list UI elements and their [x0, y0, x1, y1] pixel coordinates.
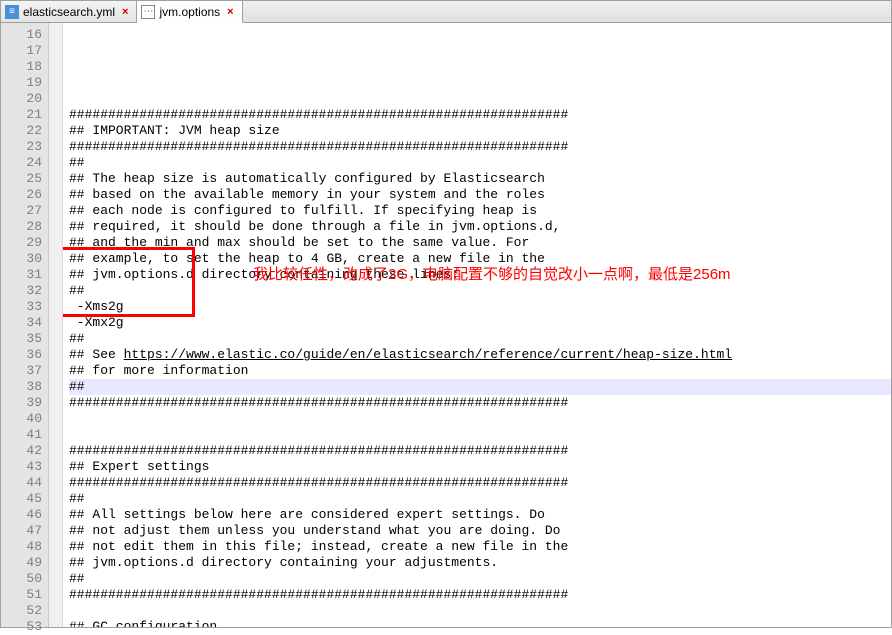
- code-line: ##: [69, 331, 891, 347]
- code-line: ##: [69, 379, 891, 395]
- fold-column: [49, 23, 63, 627]
- tab-elasticsearch-yml[interactable]: ≡ elasticsearch.yml ×: [1, 1, 137, 22]
- tab-bar: ≡ elasticsearch.yml × ⋯ jvm.options ×: [1, 1, 891, 23]
- code-line: ##: [69, 283, 891, 299]
- code-line: ## GC configuration: [69, 619, 891, 627]
- tab-label: jvm.options: [159, 5, 220, 19]
- code-line: [69, 603, 891, 619]
- code-line: ########################################…: [69, 139, 891, 155]
- code-line: ## jvm.options.d directory containing yo…: [69, 555, 891, 571]
- code-line: ## See https://www.elastic.co/guide/en/e…: [69, 347, 891, 363]
- code-line: ## All settings below here are considere…: [69, 507, 891, 523]
- code-line: ## not adjust them unless you understand…: [69, 523, 891, 539]
- code-line: -Xms2g: [69, 299, 891, 315]
- line-number-gutter: 1617181920212223242526272829303132333435…: [1, 23, 49, 627]
- code-line: [69, 427, 891, 443]
- annotation-text: 我比较任性，改成了2G，电脑配置不够的自觉改小一点啊，最低是256m: [253, 267, 731, 283]
- code-line: [69, 59, 891, 75]
- code-line: ########################################…: [69, 587, 891, 603]
- code-line: ## Expert settings: [69, 459, 891, 475]
- tab-label: elasticsearch.yml: [23, 5, 115, 19]
- code-line: -Xmx2g: [69, 315, 891, 331]
- file-icon: ≡: [5, 5, 19, 19]
- code-line: [69, 91, 891, 107]
- code-line: ## and the min and max should be set to …: [69, 235, 891, 251]
- code-line: ## IMPORTANT: JVM heap size: [69, 123, 891, 139]
- code-line: ## each node is configured to fulfill. I…: [69, 203, 891, 219]
- code-content[interactable]: ########################################…: [63, 23, 891, 627]
- code-line: [69, 75, 891, 91]
- close-icon[interactable]: ×: [122, 6, 128, 18]
- code-line: ## example, to set the heap to 4 GB, cre…: [69, 251, 891, 267]
- code-line: [69, 411, 891, 427]
- code-line: ## for more information: [69, 363, 891, 379]
- code-line: ########################################…: [69, 443, 891, 459]
- code-line: ########################################…: [69, 107, 891, 123]
- code-line: ## required, it should be done through a…: [69, 219, 891, 235]
- code-line: ########################################…: [69, 395, 891, 411]
- code-line: ##: [69, 491, 891, 507]
- editor-area: 1617181920212223242526272829303132333435…: [1, 23, 891, 627]
- code-line: ########################################…: [69, 475, 891, 491]
- code-line: ## The heap size is automatically config…: [69, 171, 891, 187]
- tab-jvm-options[interactable]: ⋯ jvm.options ×: [137, 1, 242, 23]
- code-line: ##: [69, 571, 891, 587]
- code-line: ## not edit them in this file; instead, …: [69, 539, 891, 555]
- close-icon[interactable]: ×: [227, 6, 233, 18]
- file-icon: ⋯: [141, 5, 155, 19]
- code-line: ## based on the available memory in your…: [69, 187, 891, 203]
- code-line: ##: [69, 155, 891, 171]
